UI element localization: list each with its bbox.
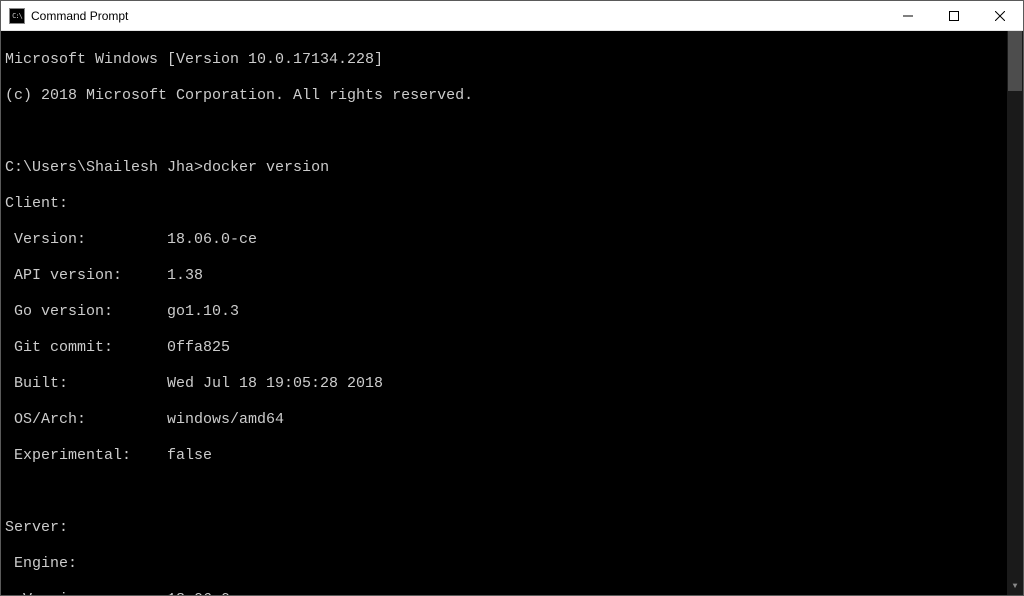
- client-go-row: Go version:go1.10.3: [5, 303, 1023, 321]
- prompt-path: C:\Users\Shailesh Jha>: [5, 159, 203, 176]
- server-header: Server:: [5, 519, 1023, 537]
- os-header-line1: Microsoft Windows [Version 10.0.17134.22…: [5, 51, 1023, 69]
- app-icon-text: C:\: [12, 12, 22, 20]
- scrollbar-thumb[interactable]: [1008, 31, 1022, 91]
- engine-header: Engine:: [5, 555, 1023, 573]
- engine-label: Engine:: [5, 555, 77, 573]
- kv-key: Go version:: [5, 303, 167, 321]
- window-controls: [885, 1, 1023, 30]
- kv-key: Version:: [5, 591, 167, 595]
- kv-value: 18.06.0-ce: [167, 231, 257, 248]
- window-title: Command Prompt: [31, 9, 885, 23]
- kv-key: Version:: [5, 231, 167, 249]
- kv-key: API version:: [5, 267, 167, 285]
- maximize-button[interactable]: [931, 1, 977, 30]
- client-os-row: OS/Arch:windows/amd64: [5, 411, 1023, 429]
- maximize-icon: [949, 11, 959, 21]
- client-header: Client:: [5, 195, 1023, 213]
- close-icon: [995, 11, 1005, 21]
- client-api-row: API version:1.38: [5, 267, 1023, 285]
- client-built-row: Built:Wed Jul 18 19:05:28 2018: [5, 375, 1023, 393]
- kv-key: OS/Arch:: [5, 411, 167, 429]
- client-git-row: Git commit:0ffa825: [5, 339, 1023, 357]
- kv-value: false: [167, 447, 212, 464]
- command-text: docker version: [203, 159, 329, 176]
- prompt-line-1: C:\Users\Shailesh Jha>docker version: [5, 159, 1023, 177]
- kv-value: windows/amd64: [167, 411, 284, 428]
- minimize-button[interactable]: [885, 1, 931, 30]
- client-exp-row: Experimental:false: [5, 447, 1023, 465]
- client-version-row: Version:18.06.0-ce: [5, 231, 1023, 249]
- scrollbar-down-arrow-icon[interactable]: ▼: [1007, 579, 1023, 595]
- vertical-scrollbar[interactable]: ▼: [1007, 31, 1023, 595]
- kv-value: Wed Jul 18 19:05:28 2018: [167, 375, 383, 392]
- console-area[interactable]: Microsoft Windows [Version 10.0.17134.22…: [1, 31, 1023, 595]
- minimize-icon: [903, 11, 913, 21]
- kv-key: Experimental:: [5, 447, 167, 465]
- os-header-line2: (c) 2018 Microsoft Corporation. All righ…: [5, 87, 1023, 105]
- blank-line: [5, 483, 1023, 501]
- kv-key: Built:: [5, 375, 167, 393]
- blank-line: [5, 123, 1023, 141]
- kv-value: 18.06.0-ce: [167, 591, 257, 595]
- kv-value: 1.38: [167, 267, 203, 284]
- app-icon: C:\: [9, 8, 25, 24]
- server-version-row: Version:18.06.0-ce: [5, 591, 1023, 595]
- titlebar[interactable]: C:\ Command Prompt: [1, 1, 1023, 31]
- close-button[interactable]: [977, 1, 1023, 30]
- kv-key: Git commit:: [5, 339, 167, 357]
- kv-value: 0ffa825: [167, 339, 230, 356]
- kv-value: go1.10.3: [167, 303, 239, 320]
